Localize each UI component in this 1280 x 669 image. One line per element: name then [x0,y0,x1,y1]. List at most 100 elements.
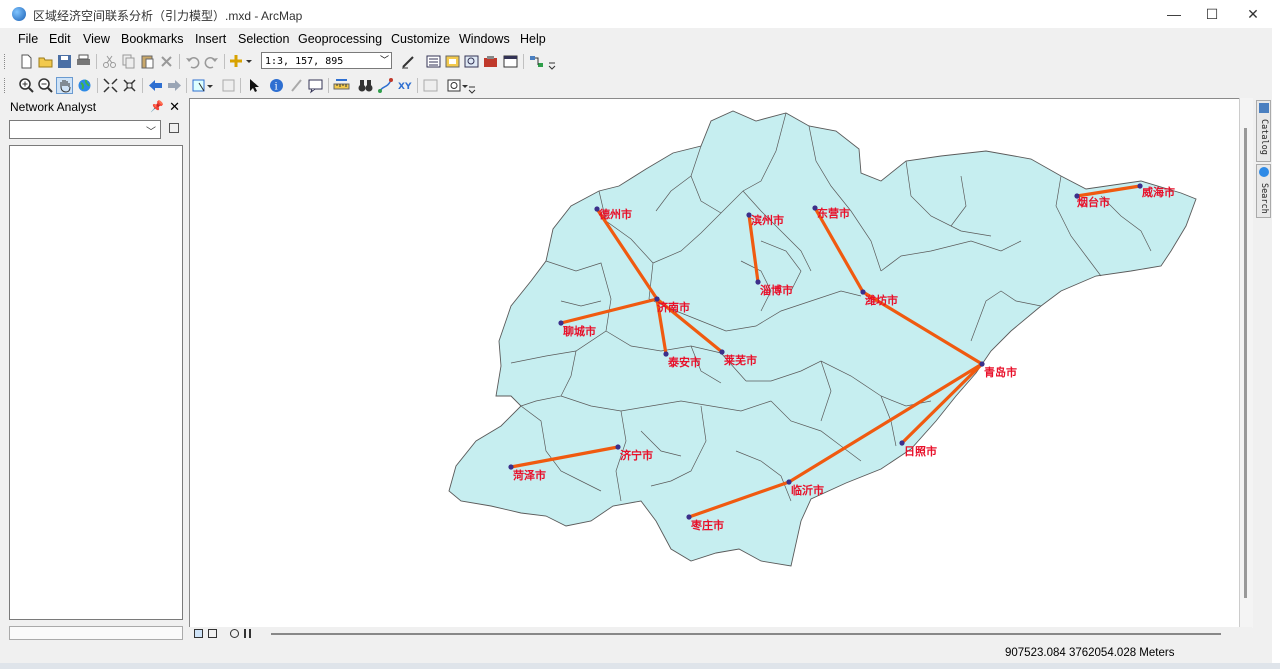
open-folder-icon[interactable] [37,53,54,70]
search-window-icon[interactable] [463,53,480,70]
menu-geoprocessing[interactable]: Geoprocessing [298,32,382,46]
maximize-button[interactable]: ☐ [1189,0,1235,28]
menu-insert[interactable]: Insert [195,32,226,46]
menu-file[interactable]: File [18,32,38,46]
fixed-zoom-in-icon[interactable] [102,77,119,94]
measure-icon[interactable] [333,77,350,94]
viewer-window-icon[interactable] [446,77,468,94]
menu-help[interactable]: Help [520,32,546,46]
menu-customize[interactable]: Customize [391,32,450,46]
add-data-icon[interactable] [229,53,252,70]
toolbar-options-icon[interactable] [468,77,485,94]
layout-view-icon[interactable] [208,629,217,638]
select-elements-arrow-icon[interactable] [245,77,262,94]
catalog-window-icon[interactable] [444,53,461,70]
city-label: 济南市 [657,300,690,314]
scrollbar-thumb[interactable] [1244,128,1247,598]
toolbar-separator [142,78,143,93]
city-label: 东营市 [817,206,850,220]
search-tab[interactable]: Search [1256,164,1271,218]
catalog-tab[interactable]: Catalog [1256,100,1271,162]
search-icon [1259,167,1269,177]
city-label: 菏泽市 [513,468,546,482]
pan-hand-icon[interactable] [56,77,73,94]
python-window-icon[interactable] [502,53,519,70]
svg-text:XY: XY [398,82,412,92]
table-of-contents-icon[interactable] [425,53,442,70]
toolbar-grip[interactable] [4,78,8,93]
city-label: 青岛市 [984,365,1017,379]
menu-bookmarks[interactable]: Bookmarks [121,32,184,46]
zoom-in-icon[interactable] [18,77,35,94]
find-route-icon[interactable] [377,77,394,94]
editor-toolbar-icon[interactable] [400,53,417,70]
map-horizontal-scrollbar[interactable] [271,633,1221,635]
panel-options-icon[interactable] [169,123,179,133]
arcmap-icon [12,7,26,21]
title-bar: 区域经济空间联系分析（引力模型）.mxd - ArcMap — ☐ ✕ [0,0,1280,28]
redo-icon[interactable] [203,53,220,70]
shandong-province-map [448,110,1197,567]
data-view-icon[interactable] [194,629,203,638]
toolbar-separator [523,54,524,69]
window-title: 区域经济空间联系分析（引力模型）.mxd - ArcMap [33,9,303,23]
map-scale-value: 1:3, 157, 895 [265,56,344,67]
svg-text:i: i [275,82,278,93]
select-features-icon[interactable] [191,77,213,94]
zoom-out-icon[interactable] [37,77,54,94]
find-binoculars-icon[interactable] [357,77,374,94]
paste-icon[interactable] [139,53,156,70]
toolbar-separator [417,78,418,93]
map-bottom-bar [189,627,1252,641]
toolbar-separator [96,54,97,69]
network-analyst-panel: Network Analyst 📌 ✕ ﹀ [6,98,184,640]
search-tab-label: Search [1259,183,1269,214]
map-canvas[interactable]: 德州市 滨州市 东营市 烟台市 威海市济南市 淄博市潍坊市聊城市泰安市 莱芜市青岛市济宁市菏… [190,99,1253,629]
city-label: 枣庄市 [690,518,724,532]
full-extent-globe-icon[interactable] [76,77,93,94]
toolbar-grip[interactable] [4,54,8,69]
toolbar-separator [224,54,225,69]
fixed-zoom-out-icon[interactable] [121,77,138,94]
pin-icon[interactable]: 📌 [150,100,164,113]
html-popup-icon[interactable] [307,77,324,94]
map-vertical-scrollbar[interactable] [1239,98,1253,628]
menu-bar: File Edit View Bookmarks Insert Selectio… [0,28,1280,50]
save-icon[interactable] [56,53,73,70]
network-analysis-objects-list[interactable] [9,145,183,620]
undo-icon[interactable] [184,53,201,70]
menu-windows[interactable]: Windows [459,32,510,46]
menu-view[interactable]: View [83,32,110,46]
print-icon[interactable] [75,53,92,70]
coordinate-readout: 907523.084 3762054.028 Meters [1005,647,1175,659]
catalog-icon [1259,103,1269,113]
time-slider-icon[interactable] [422,77,439,94]
menu-selection[interactable]: Selection [238,32,289,46]
menu-edit[interactable]: Edit [49,32,71,46]
background-window-edge [1272,0,1280,669]
arctoolbox-icon[interactable] [482,53,499,70]
city-label: 日照市 [904,444,937,458]
panel-close-icon[interactable]: ✕ [169,99,180,115]
forward-arrow-icon[interactable] [166,77,183,94]
close-button[interactable]: ✕ [1230,0,1276,28]
delete-icon[interactable] [158,53,175,70]
new-document-icon[interactable] [18,53,35,70]
identify-icon[interactable]: i [268,77,285,94]
map-view[interactable]: 德州市 滨州市 东营市 烟台市 威海市 济南市 淄博市 潍坊市 聊城市 泰安市 莱芜市 青岛市 济宁市菏… [189,98,1252,628]
model-builder-icon[interactable] [528,53,545,70]
go-to-xy-icon[interactable]: XY [397,77,414,94]
clear-selection-icon[interactable] [220,77,237,94]
map-scale-select[interactable]: 1:3, 157, 895 ﹀ [261,52,392,69]
copy-icon[interactable] [120,53,137,70]
refresh-icon[interactable] [230,629,239,638]
network-analysis-layer-select[interactable]: ﹀ [9,120,161,139]
cut-icon[interactable] [101,53,118,70]
hyperlink-icon[interactable] [288,77,305,94]
city-label: 聊城市 [563,324,596,338]
catalog-tab-label: Catalog [1259,119,1269,155]
toolbar-options-icon[interactable] [548,53,565,70]
pause-drawing-icon[interactable] [244,629,251,638]
back-arrow-icon[interactable] [147,77,164,94]
toolbar-separator [186,78,187,93]
